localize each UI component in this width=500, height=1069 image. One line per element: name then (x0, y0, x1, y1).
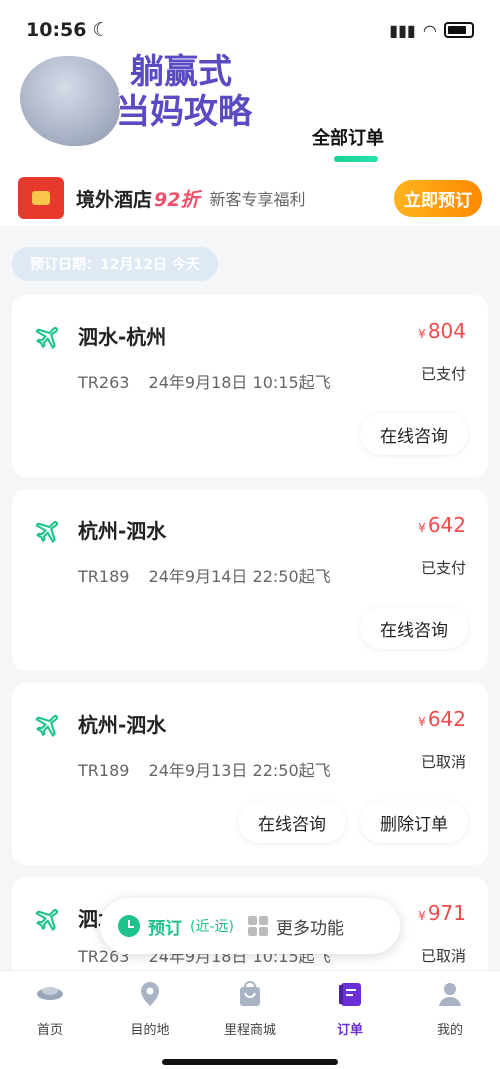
tab-destination-label: 目的地 (130, 1023, 170, 1038)
red-envelope-icon (18, 177, 64, 219)
flight-number: TR263 (78, 373, 130, 392)
departure-time: 24年9月18日 10:15起飞 (148, 373, 331, 392)
order-price: ¥642 (418, 513, 466, 537)
online-consult-button[interactable]: 在线咨询 (360, 607, 468, 649)
price-value: 642 (427, 513, 466, 537)
tab-orders[interactable]: 订单 (300, 979, 400, 1038)
order-status: 已取消 (420, 753, 466, 771)
battery-icon (444, 22, 474, 38)
order-price: ¥971 (418, 901, 466, 925)
location-pin-icon (141, 982, 159, 1006)
airplane-icon (35, 520, 59, 543)
sort-order-label: (近-远) (190, 919, 234, 935)
order-status: 已支付 (420, 365, 466, 383)
clock-icon (118, 915, 140, 937)
departure-time: 24年9月13日 22:50起飞 (148, 761, 331, 780)
order-book-icon (339, 983, 361, 1006)
order-price: ¥642 (418, 707, 466, 731)
tab-destination[interactable]: 目的地 (100, 979, 200, 1038)
bottom-tab-bar: 首页 目的地 里程商城 订单 我的 (0, 970, 500, 1069)
more-functions-button[interactable]: 更多功能 (247, 914, 344, 939)
banner-discount: 92折 (154, 188, 200, 211)
booking-date-label: 预订日期：12月12日 今天 (30, 257, 200, 273)
grid-icon (247, 916, 268, 936)
order-status: 已支付 (420, 559, 466, 577)
banner-title: 境外酒店 (76, 188, 153, 211)
flight-number: TR189 (78, 567, 130, 586)
airplane-icon (35, 326, 59, 349)
tab-home[interactable]: 首页 (0, 979, 100, 1038)
hotel-promo-banner[interactable]: 境外酒店 92折 新客专享福利 立即预订 (0, 170, 500, 226)
booking-date-chip: 预订日期：12月12日 今天 (12, 247, 218, 281)
promo-sticker[interactable]: 躺赢式 当妈攻略 (20, 52, 260, 152)
order-price: ¥804 (418, 319, 466, 343)
tab-home-label: 首页 (36, 1023, 63, 1038)
order-flight-info: TR189 24年9月13日 22:50起飞 (78, 757, 331, 781)
moon-icon: ☾ (92, 19, 110, 41)
price-value: 971 (427, 901, 466, 925)
tab-profile[interactable]: 我的 (400, 979, 500, 1038)
more-functions-label: 更多功能 (275, 918, 344, 939)
tab-active-indicator (334, 156, 378, 162)
status-time-group: 10:56 ☾ (26, 19, 110, 41)
banner-subtitle: 新客专享福利 (209, 190, 306, 209)
sort-booking-button[interactable]: 预订 (近-远) (118, 914, 234, 939)
promo-slogan-line1: 躺赢式 (130, 52, 232, 92)
order-flight-info: TR189 24年9月14日 22:50起飞 (78, 563, 331, 587)
tab-mileage-mall-label: 里程商城 (223, 1023, 276, 1038)
koala-mascot-icon (20, 56, 120, 146)
tab-profile-label: 我的 (436, 1023, 463, 1038)
delete-order-button[interactable]: 删除订单 (360, 801, 468, 843)
airplane-icon (35, 908, 59, 931)
promo-slogan: 躺赢式 当妈攻略 (116, 52, 252, 132)
airplane-icon (35, 714, 59, 737)
order-card[interactable]: 杭州-泗水 TR189 24年9月14日 22:50起飞 ¥642 已支付 在线… (12, 489, 488, 671)
order-route: 泗水-杭州 (78, 325, 167, 349)
price-value: 804 (427, 319, 466, 343)
tab-orders-label: 订单 (336, 1023, 363, 1038)
currency-symbol: ¥ (418, 715, 426, 729)
profile-icon (439, 983, 461, 1006)
order-card[interactable]: 泗水-杭州 TR263 24年9月18日 10:15起飞 ¥804 已支付 在线… (12, 295, 488, 477)
order-flight-info: TR263 24年9月18日 10:15起飞 (78, 369, 331, 393)
order-route: 杭州-泗水 (78, 519, 167, 543)
wifi-icon: ◠ (423, 20, 436, 40)
status-bar: 10:56 ☾ ▮▮▮ ◠ (0, 0, 500, 60)
online-consult-button[interactable]: 在线咨询 (360, 413, 468, 455)
online-consult-button[interactable]: 在线咨询 (238, 801, 346, 843)
order-status: 已取消 (420, 947, 466, 965)
status-icons: ▮▮▮ ◠ (389, 21, 474, 40)
home-indicator (162, 1059, 338, 1065)
book-now-button[interactable]: 立即预订 (394, 179, 482, 217)
currency-symbol: ¥ (418, 909, 426, 923)
currency-symbol: ¥ (418, 521, 426, 535)
floating-action-bar: 预订 (近-远) 更多功能 (100, 898, 400, 954)
promo-slogan-line2: 当妈攻略 (116, 92, 252, 132)
order-route: 杭州-泗水 (78, 713, 167, 737)
departure-time: 24年9月14日 22:50起飞 (148, 567, 331, 586)
tab-all-orders[interactable]: 全部订单 (312, 124, 384, 148)
flight-number: TR189 (78, 761, 130, 780)
status-time: 10:56 (26, 19, 87, 41)
tab-mileage-mall[interactable]: 里程商城 (200, 979, 300, 1038)
price-value: 642 (427, 707, 466, 731)
shopping-bag-icon (240, 980, 260, 1006)
signal-icon: ▮▮▮ (389, 20, 416, 40)
sort-booking-label: 预订 (148, 918, 182, 939)
currency-symbol: ¥ (418, 327, 426, 341)
home-icon (37, 987, 63, 1000)
order-card[interactable]: 杭州-泗水 TR189 24年9月13日 22:50起飞 ¥642 已取消 在线… (12, 683, 488, 865)
